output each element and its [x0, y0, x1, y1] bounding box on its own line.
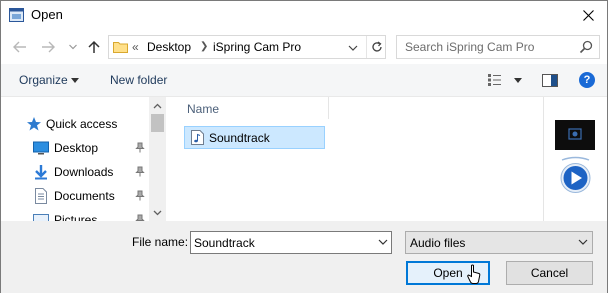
file-type-select[interactable]: Audio files [405, 231, 593, 254]
new-folder-button[interactable]: New folder [110, 73, 167, 87]
nav-item-quick-access[interactable]: Quick access [1, 113, 149, 135]
chevron-down-icon[interactable] [514, 78, 522, 83]
preview-pane [543, 97, 607, 221]
arrow-up-icon [88, 40, 100, 53]
nav-item-desktop[interactable]: Desktop [1, 137, 149, 159]
search-input[interactable] [397, 36, 577, 58]
scroll-down-button[interactable] [149, 204, 166, 221]
play-icon [560, 156, 591, 193]
nav-item-pictures[interactable]: Pictures [1, 209, 149, 221]
nav-item-label: Pictures [54, 213, 98, 221]
navigation-pane: Quick access Desktop Downloads Documents… [1, 97, 166, 221]
preview-pane-icon[interactable] [542, 74, 558, 87]
chevron-down-icon [153, 210, 162, 215]
pin-icon[interactable] [135, 166, 145, 177]
chevron-down-icon[interactable] [71, 78, 79, 83]
pin-icon[interactable] [135, 142, 145, 153]
forward-button[interactable] [39, 38, 57, 56]
chevron-up-icon [153, 103, 162, 108]
help-icon[interactable]: ? [579, 72, 595, 88]
close-button[interactable] [569, 1, 607, 30]
folder-icon [113, 42, 128, 53]
desktop-icon [33, 141, 49, 155]
column-header-name[interactable]: Name [187, 102, 219, 116]
arrow-left-icon [13, 41, 26, 53]
scroll-thumb[interactable] [151, 114, 164, 132]
column-divider[interactable] [328, 97, 329, 119]
search-icon[interactable] [579, 40, 593, 54]
file-name-input[interactable] [191, 232, 371, 253]
documents-icon [35, 188, 47, 204]
chevron-down-icon[interactable] [347, 43, 359, 53]
organize-button[interactable]: Organize [19, 73, 68, 87]
camera-app-icon [555, 120, 595, 150]
back-button[interactable] [11, 38, 29, 56]
list-item[interactable]: Soundtrack [184, 126, 325, 149]
breadcrumb-overflow[interactable]: « [132, 40, 139, 54]
arrow-right-icon [42, 41, 55, 53]
nav-item-label: Downloads [54, 165, 114, 179]
recent-locations-button[interactable] [64, 38, 82, 56]
file-name-label: File name: [132, 235, 189, 249]
pictures-icon [33, 214, 49, 221]
up-button[interactable] [85, 38, 103, 56]
file-name: Soundtrack [209, 131, 270, 145]
download-icon [35, 165, 47, 180]
open-dialog: Open « Desktop ❯ iSpring Cam Pro Search … [0, 0, 608, 293]
chevron-down-icon[interactable] [378, 239, 388, 245]
breadcrumb-desktop[interactable]: Desktop [147, 40, 191, 54]
chevron-down-icon [69, 44, 77, 50]
address-bar: « Desktop ❯ iSpring Cam Pro [1, 30, 607, 64]
file-name-combobox[interactable] [190, 231, 392, 254]
dialog-footer: File name: Audio files Open Cancel [1, 221, 607, 293]
search-box[interactable] [396, 35, 600, 59]
star-icon [27, 117, 41, 131]
app-icon [9, 8, 24, 22]
refresh-button[interactable] [366, 36, 386, 58]
breadcrumb-separator-icon[interactable]: ❯ [200, 41, 208, 52]
pin-icon[interactable] [135, 214, 145, 221]
cancel-button[interactable]: Cancel [506, 261, 593, 285]
nav-item-label: Desktop [54, 141, 99, 155]
audio-file-icon [191, 130, 204, 145]
file-list: Name Soundtrack [167, 97, 543, 221]
refresh-icon [371, 41, 382, 52]
window-title: Open [31, 7, 63, 22]
nav-item-label: Documents [54, 189, 115, 203]
navigation-scrollbar[interactable] [149, 97, 166, 221]
title-bar: Open [1, 1, 607, 30]
chevron-down-icon [578, 239, 588, 245]
pin-icon[interactable] [135, 190, 145, 201]
mouse-pointer-icon [467, 264, 481, 284]
breadcrumb-ispring-cam-pro[interactable]: iSpring Cam Pro [213, 40, 301, 54]
nav-item-documents[interactable]: Documents [1, 185, 149, 207]
command-bar: Organize New folder ? [1, 64, 607, 97]
scroll-up-button[interactable] [149, 97, 166, 114]
nav-item-downloads[interactable]: Downloads [1, 161, 149, 183]
view-options-icon[interactable] [488, 74, 504, 86]
nav-item-label: Quick access [46, 117, 118, 131]
close-icon [582, 10, 594, 21]
address-field[interactable]: « Desktop ❯ iSpring Cam Pro [108, 35, 386, 59]
file-type-value: Audio files [410, 236, 466, 250]
